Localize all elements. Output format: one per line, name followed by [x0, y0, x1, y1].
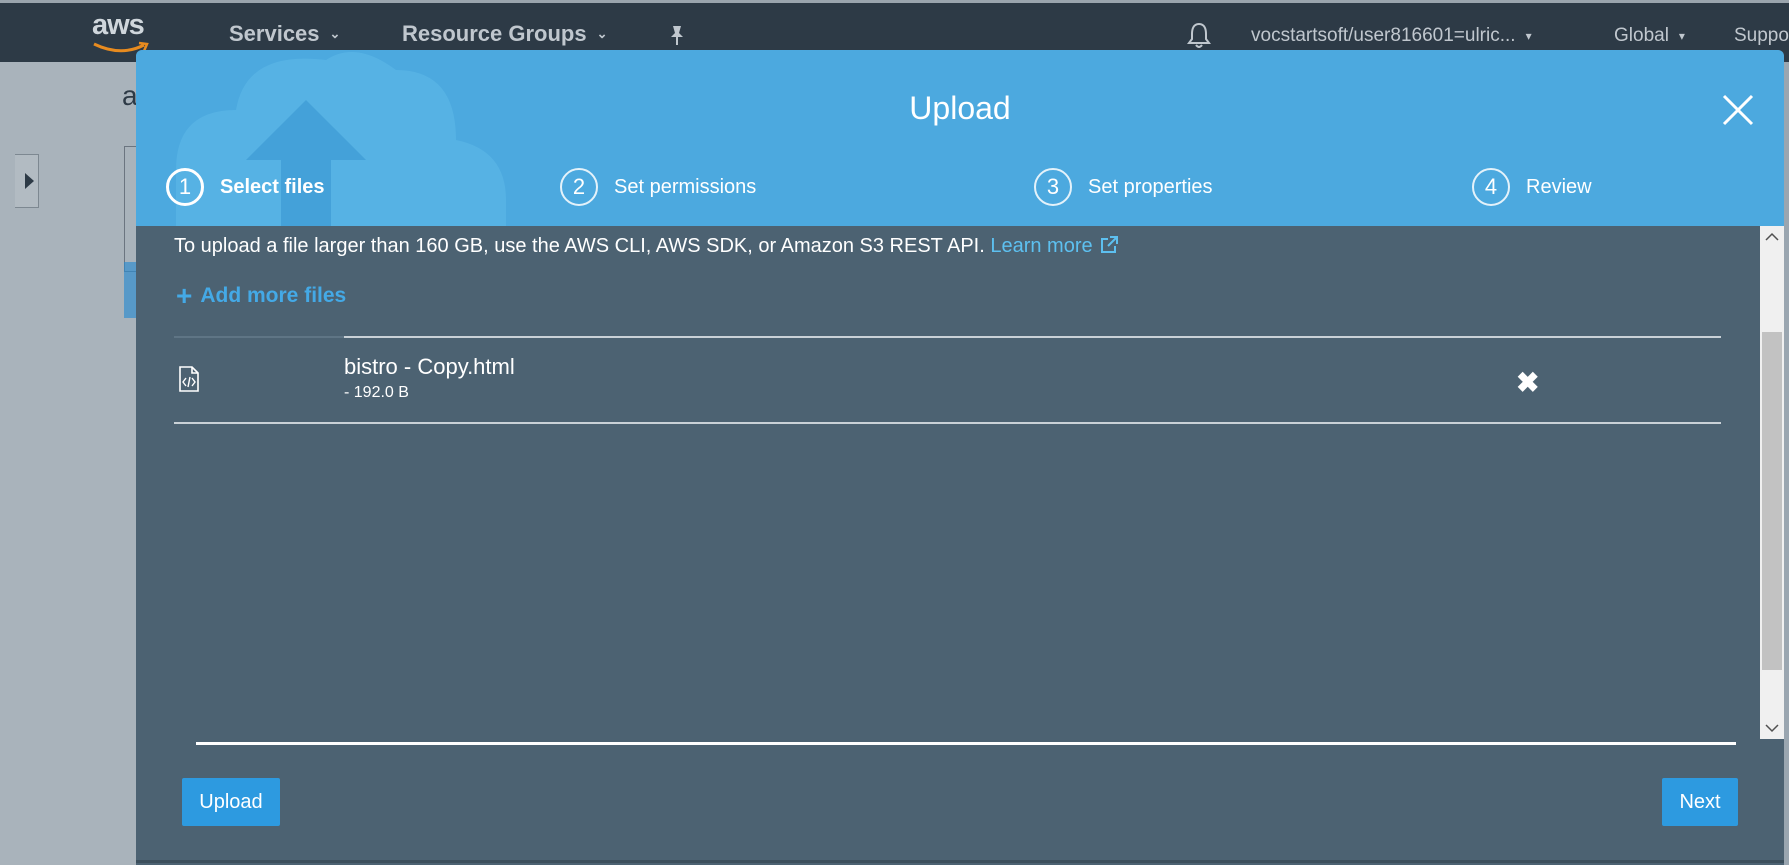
- dialog-header: Upload 1 Select files 2 Set permissions …: [136, 50, 1784, 226]
- pin-icon[interactable]: [667, 24, 687, 46]
- region-menu[interactable]: Global ▾: [1614, 25, 1685, 47]
- add-more-files-label: Add more files: [200, 284, 347, 307]
- region-label: Global: [1614, 25, 1669, 46]
- vertical-scrollbar[interactable]: [1760, 226, 1784, 739]
- step-number: 3: [1034, 168, 1072, 206]
- step-select-files[interactable]: 1 Select files: [166, 168, 325, 206]
- divider: [174, 422, 1721, 424]
- account-menu[interactable]: vocstartsoft/user816601=ulric... ▾: [1251, 25, 1532, 47]
- scroll-down-button[interactable]: [1760, 717, 1784, 739]
- step-number: 1: [166, 168, 204, 206]
- step-label: Select files: [220, 175, 325, 198]
- learn-more-label: Learn more: [990, 235, 1093, 257]
- upload-button[interactable]: Upload: [182, 778, 280, 826]
- learn-more-link[interactable]: Learn more: [990, 235, 1118, 257]
- support-label: Suppo: [1734, 25, 1789, 46]
- chevron-up-icon: [1765, 232, 1779, 241]
- file-size: - 192.0 B: [344, 384, 409, 401]
- plus-icon: +: [176, 280, 193, 311]
- dialog-title: Upload: [909, 90, 1011, 126]
- services-menu[interactable]: Services ⌄: [229, 21, 340, 47]
- step-set-permissions[interactable]: 2 Set permissions: [560, 168, 756, 206]
- step-set-properties[interactable]: 3 Set properties: [1034, 168, 1213, 206]
- notice-text: To upload a file larger than 160 GB, use…: [174, 235, 985, 257]
- footer-divider: [196, 742, 1736, 745]
- next-button[interactable]: Next: [1662, 778, 1738, 826]
- external-link-icon: [1100, 236, 1118, 253]
- file-row: bistro - Copy.html - 192.0 B ✖: [174, 338, 1721, 422]
- step-label: Review: [1526, 175, 1592, 198]
- chevron-down-icon: ⌄: [329, 26, 341, 41]
- caret-right-icon: [25, 173, 34, 189]
- account-label: vocstartsoft/user816601=ulric...: [1251, 25, 1516, 46]
- step-number: 2: [560, 168, 598, 206]
- dialog-bottom-border: [136, 860, 1784, 863]
- chevron-down-icon: ⌄: [596, 26, 608, 41]
- step-number: 4: [1472, 168, 1510, 206]
- scroll-up-button[interactable]: [1760, 226, 1784, 248]
- bell-icon[interactable]: [1186, 21, 1212, 49]
- caret-down-icon: ▾: [1525, 29, 1532, 43]
- step-review[interactable]: 4 Review: [1472, 168, 1592, 206]
- add-more-files-button[interactable]: + Add more files: [176, 282, 346, 310]
- services-label: Services: [229, 21, 320, 46]
- upload-dialog: Upload 1 Select files 2 Set permissions …: [136, 50, 1784, 865]
- remove-icon[interactable]: ✖: [1516, 366, 1539, 399]
- aws-logo[interactable]: aws: [92, 9, 145, 42]
- support-menu[interactable]: Suppo: [1734, 25, 1789, 47]
- chevron-down-icon: [1765, 724, 1779, 733]
- file-code-icon: [179, 366, 199, 392]
- resource-groups-label: Resource Groups: [402, 21, 587, 46]
- step-label: Set properties: [1088, 175, 1213, 198]
- close-icon[interactable]: [1720, 92, 1756, 128]
- scrollbar-thumb[interactable]: [1762, 332, 1782, 670]
- resource-groups-menu[interactable]: Resource Groups ⌄: [402, 21, 608, 47]
- step-label: Set permissions: [614, 175, 757, 198]
- dialog-body: To upload a file larger than 160 GB, use…: [136, 226, 1760, 739]
- file-name: bistro - Copy.html: [344, 354, 515, 379]
- caret-down-icon: ▾: [1678, 29, 1685, 43]
- upload-limit-notice: To upload a file larger than 160 GB, use…: [174, 235, 1119, 258]
